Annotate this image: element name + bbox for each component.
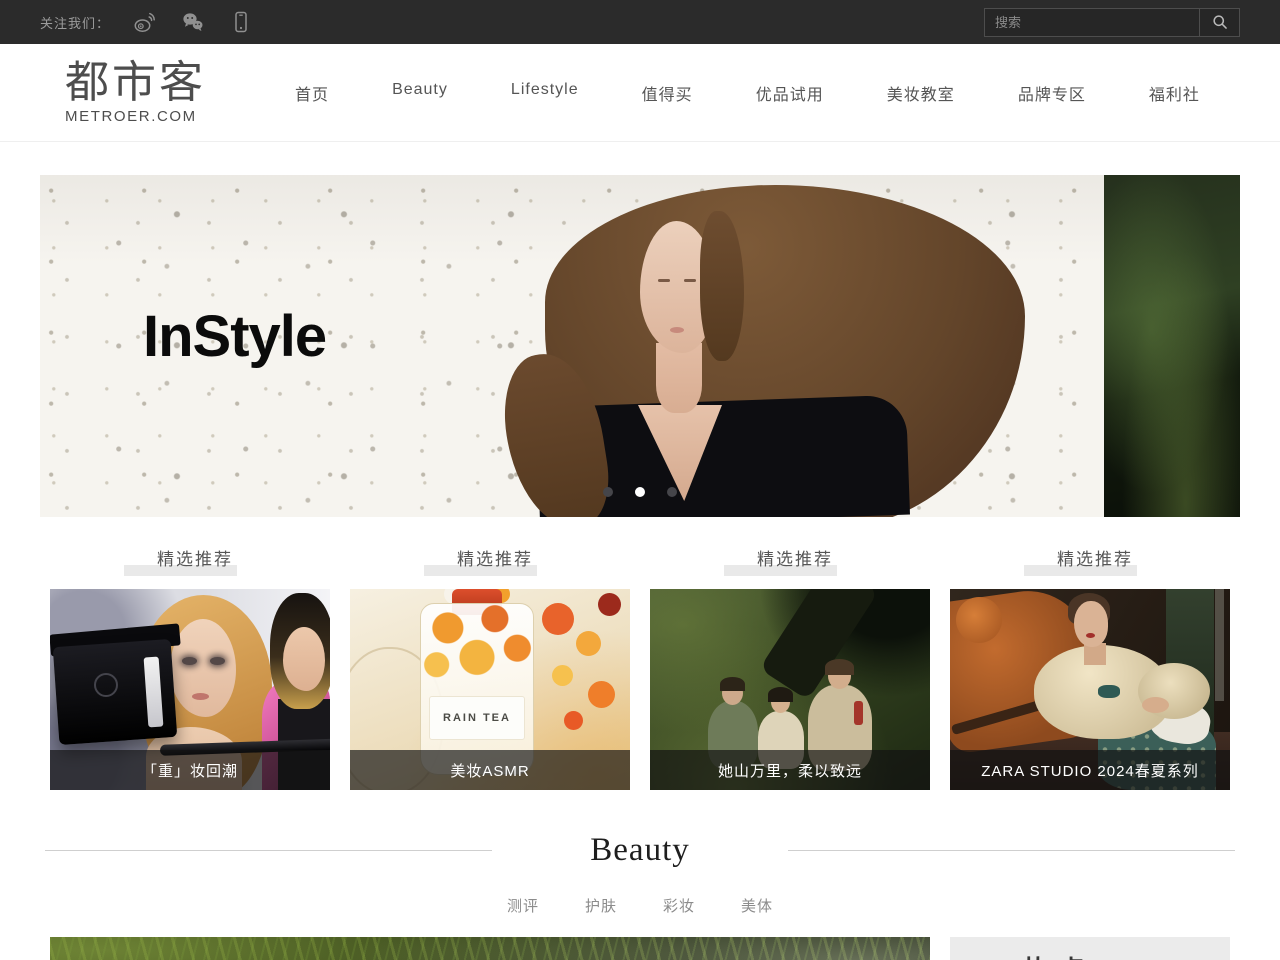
card-art [182, 657, 197, 665]
mobile-icon[interactable] [228, 9, 254, 35]
article-image[interactable] [50, 937, 930, 960]
nav-item-welfare[interactable]: 福利社 [1149, 81, 1200, 105]
featured-column-3: 精选推荐 她山万里，柔以致远 [650, 543, 930, 790]
card-art [956, 597, 1002, 643]
carousel-dots [603, 487, 677, 497]
card-art [1074, 601, 1108, 647]
section-header-label: 精选推荐 [447, 550, 533, 569]
section-header-label: 精选推荐 [747, 550, 833, 569]
card-art [1086, 633, 1095, 638]
card-art [720, 677, 745, 691]
card-caption: 美妆ASMR [350, 750, 630, 790]
card-art [564, 711, 583, 730]
subnav-item-makeup[interactable]: 彩妆 [663, 895, 695, 916]
section-header: 精选推荐 [650, 543, 930, 573]
weibo-icon[interactable] [132, 9, 158, 35]
featured-card-mountains[interactable]: 她山万里，柔以致远 [650, 589, 930, 790]
card-caption: 「重」妆回潮 [50, 750, 330, 790]
hero-model-neck [656, 343, 702, 413]
card-art [542, 603, 574, 635]
logo-title: 都市客 [65, 60, 240, 106]
featured-card-heavy-makeup[interactable]: 「重」妆回潮 [50, 589, 330, 790]
subnav-item-reviews[interactable]: 测评 [507, 895, 539, 916]
subnav-item-body[interactable]: 美体 [741, 895, 773, 916]
hot-ranking-title: 热点 [1022, 955, 1094, 960]
search-icon [1210, 12, 1230, 32]
divider-line [788, 850, 1235, 851]
nav-item-beauty[interactable]: Beauty [392, 81, 448, 105]
card-caption: ZARA STUDIO 2024春夏系列 [950, 750, 1230, 790]
card-art [825, 659, 854, 675]
card-art [170, 619, 236, 717]
card-art [768, 687, 793, 702]
nav-item-home[interactable]: 首页 [295, 81, 329, 105]
featured-column-2: 精选推荐 RAIN TEA 美妆ASMR [350, 543, 630, 790]
site-header: 都市客 METROER.COM 首页 Beauty Lifestyle 值得买 … [0, 44, 1280, 142]
card-art [759, 589, 878, 700]
card-caption: 她山万里，柔以致远 [650, 750, 930, 790]
card-art [576, 631, 601, 656]
card-art [1142, 697, 1169, 713]
card-art [598, 593, 621, 616]
search-input[interactable] [985, 9, 1199, 36]
beauty-content-row: 热点 排行榜 [40, 937, 1240, 960]
hero-carousel-slide[interactable]: InStyle [40, 175, 1240, 517]
card-art [1098, 685, 1120, 698]
subnav-item-skincare[interactable]: 护肤 [585, 895, 617, 916]
topbar: 关注我们： [0, 0, 1280, 44]
section-header: 精选推荐 [350, 543, 630, 573]
card-art [854, 701, 863, 725]
carousel-dot[interactable] [667, 487, 677, 497]
beauty-section-header: Beauty [40, 832, 1240, 869]
hot-ranking-box: 热点 排行榜 [950, 937, 1230, 960]
featured-card-asmr[interactable]: RAIN TEA 美妆ASMR [350, 589, 630, 790]
section-header: 精选推荐 [50, 543, 330, 573]
carousel-dot-active[interactable] [635, 487, 645, 497]
hero-brand-logo: InStyle [143, 303, 326, 370]
hero-model-eye [684, 279, 696, 282]
nav-item-lifestyle[interactable]: Lifestyle [511, 81, 579, 105]
card-art [192, 693, 209, 700]
bottle-label: RAIN TEA [429, 696, 525, 740]
follow-us-label: 关注我们： [40, 13, 110, 32]
main-nav: 首页 Beauty Lifestyle 值得买 优品试用 美妆教室 品牌专区 福… [240, 81, 1240, 105]
logo-subtitle: METROER.COM [65, 108, 240, 125]
section-header-label: 精选推荐 [147, 550, 233, 569]
card-art [421, 604, 533, 696]
card-art [552, 665, 573, 686]
search-box [984, 8, 1240, 37]
beauty-section-title: Beauty [492, 832, 787, 869]
beauty-subnav: 测评 护肤 彩妆 美体 [0, 895, 1280, 916]
featured-section: 精选推荐 「重」妆回潮 精选推荐 [40, 543, 1240, 790]
featured-card-zara[interactable]: ZARA STUDIO 2024春夏系列 [950, 589, 1230, 790]
card-art [210, 657, 225, 665]
featured-column-1: 精选推荐 「重」妆回潮 [50, 543, 330, 790]
hero-green-strip [1104, 175, 1240, 517]
nav-item-product-trial[interactable]: 优品试用 [756, 81, 824, 105]
nav-item-brand-zone[interactable]: 品牌专区 [1018, 81, 1086, 105]
card-art [283, 627, 325, 691]
hero-model-lips [670, 327, 684, 333]
section-header: 精选推荐 [950, 543, 1230, 573]
card-art [94, 673, 118, 697]
wechat-icon[interactable] [180, 9, 206, 35]
site-logo[interactable]: 都市客 METROER.COM [40, 60, 240, 125]
featured-column-4: 精选推荐 ZARA STUDIO 2024春夏系列 [950, 543, 1230, 790]
carousel-dot[interactable] [603, 487, 613, 497]
search-button[interactable] [1199, 9, 1239, 36]
card-art [1215, 589, 1224, 701]
section-header-label: 精选推荐 [1047, 550, 1133, 569]
hero-model-eye [658, 279, 670, 282]
divider-line [45, 850, 492, 851]
nav-item-makeup-class[interactable]: 美妆教室 [887, 81, 955, 105]
nav-item-worth-buying[interactable]: 值得买 [642, 81, 693, 105]
card-art [588, 681, 615, 708]
